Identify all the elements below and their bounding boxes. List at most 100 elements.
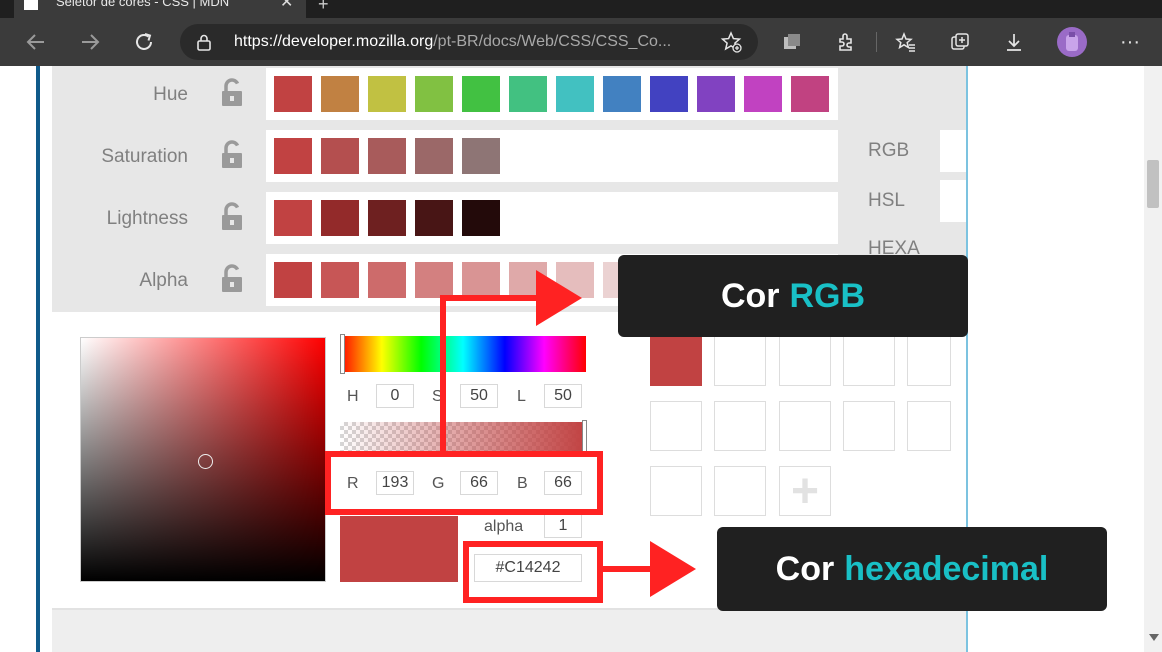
favorites-icon[interactable] [890, 26, 922, 58]
color-swatch[interactable] [650, 76, 688, 112]
url-path: /pt-BR/docs/Web/CSS/CSS_Co... [433, 33, 672, 50]
collections-icon[interactable] [944, 26, 976, 58]
more-options-icon[interactable]: ··· [1114, 26, 1146, 58]
url-text: https://developer.mozilla.org/pt-BR/docs… [234, 33, 671, 51]
row-label-lightness: Lightness [106, 208, 188, 229]
rgb-highlight-box [325, 451, 603, 515]
format-value-hsl[interactable] [940, 180, 966, 222]
empty-color-slot[interactable] [843, 401, 895, 451]
address-bar[interactable]: https://developer.mozilla.org/pt-BR/docs… [180, 24, 758, 60]
format-label-rgb[interactable]: RGB [868, 140, 909, 162]
color-swatch[interactable] [509, 76, 547, 112]
empty-color-slot[interactable] [714, 466, 766, 516]
lock-icon[interactable] [220, 202, 244, 237]
color-swatch[interactable] [415, 262, 453, 298]
color-swatch[interactable] [791, 76, 829, 112]
format-label-hsl[interactable]: HSL [868, 190, 905, 212]
row-label-alpha: Alpha [139, 270, 188, 291]
lock-icon[interactable] [220, 140, 244, 175]
empty-color-slot[interactable] [779, 401, 831, 451]
alpha-slider[interactable] [340, 422, 586, 452]
extensions-icon[interactable] [830, 26, 862, 58]
empty-color-slot[interactable] [714, 401, 766, 451]
rgb-arrow-stem [440, 295, 446, 452]
color-swatch[interactable] [415, 138, 453, 174]
empty-color-slot[interactable] [779, 336, 831, 386]
callout-hex: Cor hexadecimal [717, 527, 1107, 611]
color-swatch[interactable] [697, 76, 735, 112]
color-swatch[interactable] [274, 76, 312, 112]
scrollbar-thumb[interactable] [1147, 160, 1159, 208]
color-swatch[interactable] [603, 76, 641, 112]
callout-rgb: Cor RGB [618, 255, 968, 337]
color-preview [340, 516, 458, 582]
hex-highlight-box [463, 541, 603, 603]
callout-rgb-accent: RGB [789, 276, 866, 315]
tab-strip: Seletor de cores - CSS | MDN ✕ + [0, 0, 1162, 18]
callout-rgb-prefix: Cor [720, 276, 780, 315]
color-swatch[interactable] [368, 200, 406, 236]
alpha-slider-handle[interactable] [582, 420, 587, 454]
h-input[interactable]: 0 [376, 384, 414, 408]
color-swatch[interactable] [462, 262, 500, 298]
saved-color-swatch[interactable] [650, 336, 702, 386]
close-tab-icon[interactable]: ✕ [280, 0, 293, 12]
alpha-input[interactable]: 1 [544, 514, 582, 538]
l-input[interactable]: 50 [544, 384, 582, 408]
refresh-icon[interactable] [128, 26, 160, 58]
scrollbar-track[interactable] [1144, 66, 1162, 652]
browser-toolbar: https://developer.mozilla.org/pt-BR/docs… [0, 18, 1162, 66]
color-swatch[interactable] [321, 138, 359, 174]
color-swatch[interactable] [415, 200, 453, 236]
swatch-row-hue [266, 68, 838, 120]
lock-icon[interactable] [220, 264, 244, 299]
color-swatch[interactable] [415, 76, 453, 112]
color-swatch[interactable] [274, 138, 312, 174]
profile-avatar[interactable] [1056, 26, 1088, 58]
lock-icon[interactable] [220, 78, 244, 113]
empty-color-slot[interactable] [714, 336, 766, 386]
new-tab-icon[interactable]: + [318, 0, 329, 15]
color-swatch[interactable] [321, 262, 359, 298]
color-swatch[interactable] [462, 138, 500, 174]
scroll-down-icon[interactable] [1149, 634, 1159, 641]
color-swatch[interactable] [368, 262, 406, 298]
hex-arrow-head-icon [650, 541, 696, 597]
forward-icon[interactable] [74, 26, 106, 58]
callout-hex-accent: hexadecimal [844, 549, 1049, 588]
hue-slider-handle[interactable] [340, 334, 345, 374]
format-value-rgb[interactable] [940, 130, 966, 172]
empty-color-slot[interactable] [907, 336, 951, 386]
color-swatch[interactable] [462, 76, 500, 112]
page-left-border [36, 66, 40, 652]
screen: Seletor de cores - CSS | MDN ✕ + https:/… [0, 0, 1162, 652]
add-favorite-icon[interactable] [720, 31, 742, 58]
empty-color-slot[interactable] [650, 401, 702, 451]
downloads-icon[interactable] [998, 26, 1030, 58]
lock-icon[interactable] [196, 33, 212, 56]
color-swatch[interactable] [744, 76, 782, 112]
add-color-button[interactable]: + [779, 465, 831, 518]
color-swatch[interactable] [368, 138, 406, 174]
row-label-hue: Hue [153, 84, 188, 105]
row-label-saturation: Saturation [101, 146, 188, 167]
empty-color-slot[interactable] [907, 401, 951, 451]
sv-handle[interactable] [198, 454, 213, 469]
collections-app-icon[interactable] [776, 26, 808, 58]
color-swatch[interactable] [556, 76, 594, 112]
color-swatch[interactable] [274, 200, 312, 236]
swatch-row-saturation [266, 130, 838, 182]
empty-color-slot[interactable] [843, 336, 895, 386]
color-swatch[interactable] [368, 76, 406, 112]
color-swatch[interactable] [462, 200, 500, 236]
empty-color-slot[interactable] [650, 466, 702, 516]
browser-tab[interactable]: Seletor de cores - CSS | MDN ✕ [14, 0, 306, 18]
rgb-arrow-head-icon [536, 270, 582, 326]
back-icon[interactable] [20, 26, 52, 58]
hue-slider[interactable] [340, 336, 586, 372]
s-input[interactable]: 50 [460, 384, 498, 408]
color-swatch[interactable] [321, 200, 359, 236]
alpha-label: alpha [484, 518, 524, 535]
color-swatch[interactable] [274, 262, 312, 298]
color-swatch[interactable] [321, 76, 359, 112]
